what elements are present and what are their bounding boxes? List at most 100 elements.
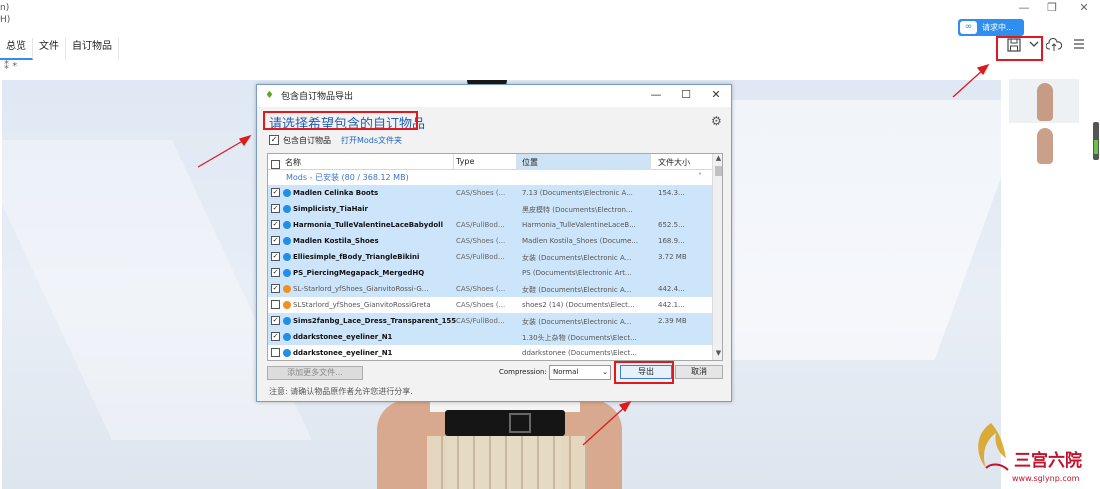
item-name: Madlen Kostila_Shoes xyxy=(293,237,379,245)
row-checkbox[interactable] xyxy=(271,300,280,309)
item-location: 女装 (Documents\Electronic A... xyxy=(522,254,632,262)
row-checkbox[interactable]: ✓ xyxy=(271,284,280,293)
sim-plaid-skirt xyxy=(427,436,587,489)
status-badge: ∞ 请求中... xyxy=(958,19,1024,36)
include-custom-checkbox[interactable]: ✓ xyxy=(269,135,279,145)
item-size: 2.39 MB xyxy=(658,317,687,325)
status-dot-icon xyxy=(283,237,291,245)
group-header-mods[interactable]: Mods - 已安装 (80 / 368.12 MB) xyxy=(286,172,409,183)
outfit-thumbnail[interactable] xyxy=(1009,126,1079,166)
open-mods-folder-link[interactable]: 打开Mods文件夹 xyxy=(341,135,402,146)
dialog-title: 包含自订物品导出 xyxy=(281,92,354,102)
list-item[interactable]: ✓ ddarkstonee_eyeliner_N1 1.30头上杂物 (Docume… xyxy=(268,329,712,345)
top-bar: n) H) — ❐ ✕ ∞ 请求中... 总览 文件 自订物品 ⁑ * xyxy=(0,0,1100,72)
item-location: PS (Documents\Electronic Art... xyxy=(522,269,632,277)
item-name: Simplicisty_TiaHair xyxy=(293,205,369,213)
column-name[interactable]: 名称 xyxy=(285,157,301,168)
item-location: Harmonia_TulleValentineLaceB... xyxy=(522,221,636,229)
column-size[interactable]: 文件大小 xyxy=(658,157,690,168)
item-size: 442.1... xyxy=(658,301,685,309)
item-size: 168.9... xyxy=(658,237,685,245)
row-checkbox[interactable]: ✓ xyxy=(271,332,280,341)
cloud-upload-icon[interactable] xyxy=(1045,37,1063,54)
list-item[interactable]: ✓ Sims2fanbg_Lace_Dress_Transparent_155 CA… xyxy=(268,313,712,329)
restore-button[interactable]: ❐ xyxy=(1044,1,1060,14)
item-name: ddarkstonee_eyeliner_N1 xyxy=(293,333,393,341)
row-checkbox[interactable]: ✓ xyxy=(271,252,280,261)
compression-select[interactable]: Normal ⌄ xyxy=(549,365,611,380)
item-type: CAS/Shoes (... xyxy=(456,285,506,293)
cancel-button[interactable]: 取消 xyxy=(675,365,723,379)
column-type[interactable]: Type xyxy=(456,157,474,166)
tab-overview[interactable]: 总览 xyxy=(0,38,33,60)
item-name: Sims2fanbg_Lace_Dress_Transparent_155 xyxy=(293,317,457,325)
list-header: 名称 Type 位置 文件大小 xyxy=(268,154,712,170)
scroll-up-icon[interactable]: ▲ xyxy=(713,154,722,165)
app-window: n) H) — ❐ ✕ ∞ 请求中... 总览 文件 自订物品 ⁑ * ♦ 包含… xyxy=(0,0,1100,489)
list-item[interactable]: SLStarlord_yfShoes_GianvitoRossiGreta CAS… xyxy=(268,297,712,313)
status-dot-icon xyxy=(283,349,291,357)
dialog-maximize-button[interactable]: ☐ xyxy=(679,88,693,101)
list-item[interactable]: ✓ Madlen Celinka Boots CAS/Shoes (... 7.13 … xyxy=(268,185,712,201)
dialog-minimize-button[interactable]: — xyxy=(649,88,663,101)
sim-belt-buckle xyxy=(509,413,531,433)
column-location[interactable]: 位置 xyxy=(522,157,538,168)
row-checkbox[interactable]: ✓ xyxy=(271,220,280,229)
item-type: CAS/Shoes (... xyxy=(456,301,506,309)
add-more-files-button[interactable]: 添加更多文件... xyxy=(267,366,363,380)
tab-files[interactable]: 文件 xyxy=(33,38,66,60)
scroll-thumb[interactable] xyxy=(715,166,722,176)
list-item[interactable]: ✓ SL-Starlord_yfShoes_GianvitoRossi-G... C… xyxy=(268,281,712,297)
gear-icon[interactable]: ⚙ xyxy=(711,114,722,128)
list-item[interactable]: ✓ Simplicisty_TiaHair 黑皮模特 (Documents\Elec… xyxy=(268,201,712,217)
chevron-up-icon[interactable]: ˄ xyxy=(698,172,702,181)
status-dot-icon xyxy=(283,221,291,229)
item-size: 3.72 MB xyxy=(658,253,687,261)
compression-label: Compression: xyxy=(499,368,547,376)
status-dot-icon xyxy=(283,269,291,277)
item-name: Harmonia_TulleValentineLaceBabydoll xyxy=(293,221,443,229)
chevron-down-icon: ⌄ xyxy=(602,368,608,376)
item-size: 154.3... xyxy=(658,189,685,197)
annotation-arrowhead xyxy=(976,63,990,76)
row-checkbox[interactable] xyxy=(271,348,280,357)
item-type: CAS/FullBod... xyxy=(456,317,505,325)
row-checkbox[interactable]: ✓ xyxy=(271,188,280,197)
menu-icon[interactable] xyxy=(1071,38,1087,54)
status-dot-icon xyxy=(283,205,291,213)
people-sort-icon[interactable]: ⁑ xyxy=(4,61,9,72)
list-item[interactable]: ddarkstonee_eyeliner_N1 ddarkstonee (Docu… xyxy=(268,345,712,360)
minimize-button[interactable]: — xyxy=(1016,1,1032,14)
list-item[interactable]: ✓ PS_PiercingMegapack_MergedHQ PS (Documen… xyxy=(268,265,712,281)
item-size: 652.5... xyxy=(658,221,685,229)
annotation-box-export xyxy=(614,361,674,384)
tab-custom-content[interactable]: 自订物品 xyxy=(66,38,119,60)
status-dot-icon xyxy=(283,333,291,341)
custom-content-list: 名称 Type 位置 文件大小 Mods - 已安装 (80 / 368.12 … xyxy=(267,153,723,361)
sim-figure-icon xyxy=(1037,128,1053,164)
outfit-thumbnail[interactable] xyxy=(1009,79,1079,123)
item-location: 7.13 (Documents\Electronic A... xyxy=(522,189,633,197)
dialog-close-button[interactable]: ✕ xyxy=(709,88,723,101)
item-name: SL-Starlord_yfShoes_GianvitoRossi-G... xyxy=(293,285,429,293)
list-item[interactable]: ✓ Elliesimple_fBody_TriangleBikini CAS/Ful… xyxy=(268,249,712,265)
phoenix-icon xyxy=(978,423,1009,471)
plumbob-icon: ♦ xyxy=(265,90,274,101)
list-item[interactable]: ✓ Harmonia_TulleValentineLaceBabydoll CAS/… xyxy=(268,217,712,233)
item-location: Madlen Kostila_Shoes (Docume... xyxy=(522,237,639,245)
status-dot-icon xyxy=(283,285,291,293)
include-custom-row: ✓ 包含自订物品 打开Mods文件夹 xyxy=(269,135,403,146)
row-checkbox[interactable]: ✓ xyxy=(271,236,280,245)
item-name: Elliesimple_fBody_TriangleBikini xyxy=(293,253,420,261)
scroll-down-icon[interactable]: ▼ xyxy=(713,349,722,360)
row-checkbox[interactable]: ✓ xyxy=(271,316,280,325)
close-button[interactable]: ✕ xyxy=(1076,1,1092,14)
annotation-box-heading xyxy=(263,111,418,130)
list-item[interactable]: ✓ Madlen Kostila_Shoes CAS/Shoes (... Madle… xyxy=(268,233,712,249)
item-location: ddarkstonee (Documents\Elect... xyxy=(522,349,638,357)
row-checkbox[interactable]: ✓ xyxy=(271,268,280,277)
list-scrollbar[interactable]: ▲ ▼ xyxy=(712,154,722,360)
item-location: 黑皮模特 (Documents\Electron... xyxy=(522,206,633,214)
row-checkbox[interactable]: ✓ xyxy=(271,204,280,213)
item-name: SLStarlord_yfShoes_GianvitoRossiGreta xyxy=(293,301,431,309)
